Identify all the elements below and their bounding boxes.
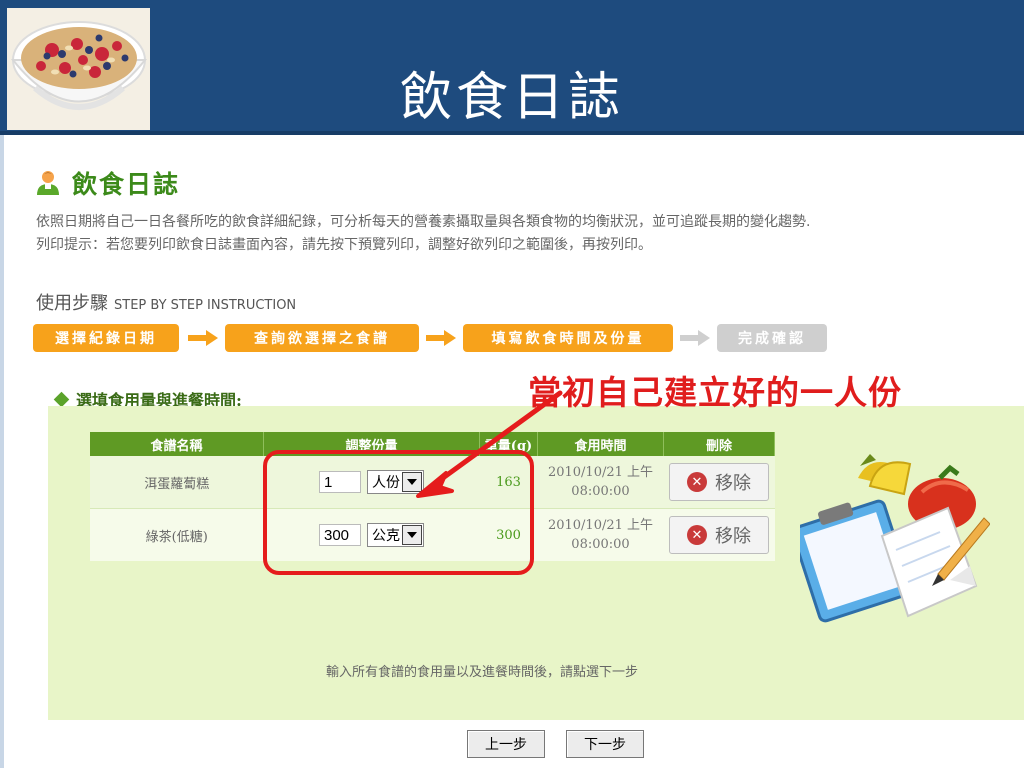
- steps-subtitle: STEP BY STEP INSTRUCTION: [114, 298, 297, 313]
- remove-button[interactable]: ✕ 移除: [669, 463, 769, 501]
- amount-cell: 300 公克: [263, 508, 480, 561]
- step-select-date: 選擇紀錄日期: [33, 324, 179, 352]
- next-step-button[interactable]: 下一步: [566, 730, 644, 758]
- table-row: 綠茶(低糖) 300 公克 300 2010/10/21 上午 08:00:00…: [90, 508, 775, 561]
- dropdown-arrow-icon[interactable]: [402, 472, 422, 492]
- remove-button-label: 移除: [715, 473, 751, 494]
- column-header: 食用時間: [537, 432, 664, 456]
- weight-value: 163: [479, 456, 538, 509]
- column-header: 刪除: [663, 432, 775, 456]
- close-icon: ✕: [687, 525, 707, 545]
- recipe-name: 綠茶(低糖): [90, 508, 264, 561]
- page-heading: 飲食日誌: [36, 165, 180, 201]
- dropdown-arrow-icon[interactable]: [402, 525, 422, 545]
- table-header-row: 食譜名稱 調整份量 重量(g) 食用時間 刪除: [90, 432, 775, 456]
- page-title: 飲食日誌: [72, 170, 181, 199]
- meal-clock: 08:00:00: [571, 537, 630, 552]
- meal-clock: 08:00:00: [571, 484, 630, 499]
- column-header: 重量(g): [479, 432, 538, 456]
- annotation-callout: 當初自己建立好的一人份: [528, 373, 902, 412]
- food-table: 食譜名稱 調整份量 重量(g) 食用時間 刪除 洱蛋蘿蔔糕 1 人份 163 2…: [90, 432, 775, 561]
- header-divider: [0, 131, 1024, 135]
- unit-select-value: 公克: [372, 528, 400, 544]
- table-row: 洱蛋蘿蔔糕 1 人份 163 2010/10/21 上午 08:00:00 ✕: [90, 456, 775, 509]
- previous-step-button[interactable]: 上一步: [467, 730, 545, 758]
- amount-input[interactable]: 300: [319, 524, 361, 546]
- steps-title: 使用步驟 STEP BY STEP INSTRUCTION: [36, 289, 296, 315]
- weight-value: 300: [479, 508, 538, 561]
- clipboard-food-illustration: [800, 454, 990, 623]
- step-arrow-icon: [680, 330, 710, 346]
- step-fill-time-amount: 填寫飲食時間及份量: [463, 324, 673, 352]
- unit-select-value: 人份: [372, 475, 400, 491]
- column-header: 調整份量: [263, 432, 480, 456]
- left-edge-decoration: [0, 135, 4, 768]
- slide-title: 飲食日誌: [399, 68, 624, 128]
- step-select-recipe: 查詢欲選擇之食譜: [225, 324, 419, 352]
- print-hint-text: 列印提示：若您要列印飲食日誌畫面內容，請先按下預覽列印，調整好欲列印之範圍後，再…: [36, 237, 652, 253]
- step-arrow-icon: [188, 330, 218, 346]
- recipe-name: 洱蛋蘿蔔糕: [90, 456, 264, 509]
- remove-cell: ✕ 移除: [663, 508, 775, 561]
- meal-date: 2010/10/21 上午: [547, 465, 654, 480]
- meal-time[interactable]: 2010/10/21 上午 08:00:00: [537, 508, 664, 561]
- description-text: 依照日期將自己一日各餐所吃的飲食詳細紀錄，可分析每天的營養素攝取量與各類食物的均…: [36, 214, 811, 230]
- steps-title-label: 使用步驟: [36, 293, 108, 314]
- remove-button-label: 移除: [715, 526, 751, 547]
- step-arrow-icon: [426, 330, 456, 346]
- step-confirm: 完成確認: [717, 324, 827, 352]
- meal-date: 2010/10/21 上午: [547, 518, 654, 533]
- next-step-hint: 輸入所有食譜的食用量以及進餐時間後，請點選下一步: [326, 665, 639, 680]
- meal-time[interactable]: 2010/10/21 上午 08:00:00: [537, 456, 664, 509]
- diamond-bullet-icon: [53, 391, 70, 407]
- close-icon: ✕: [687, 472, 707, 492]
- user-icon: [37, 171, 59, 195]
- unit-select[interactable]: 公克: [367, 523, 424, 547]
- remove-cell: ✕ 移除: [663, 456, 775, 509]
- remove-button[interactable]: ✕ 移除: [669, 516, 769, 554]
- amount-cell: 1 人份: [263, 456, 480, 509]
- amount-input[interactable]: 1: [319, 471, 361, 493]
- unit-select[interactable]: 人份: [367, 470, 424, 494]
- column-header: 食譜名稱: [90, 432, 264, 456]
